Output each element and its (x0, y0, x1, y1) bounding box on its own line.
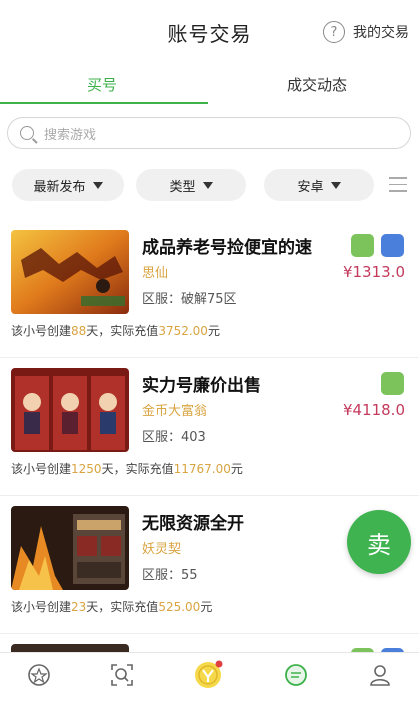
listing-game: 妖灵契 (142, 542, 182, 557)
game-thumbnail (11, 506, 129, 590)
scan-search-icon (111, 664, 133, 686)
game-thumbnail (11, 230, 129, 314)
listing-title: 无限资源全开 (142, 514, 244, 534)
filter-bar: 最新发布 类型 安卓 (0, 169, 419, 201)
listing-price: ¥4118.0 (342, 401, 405, 419)
android-icon (351, 234, 374, 257)
nav-profile[interactable] (365, 660, 395, 690)
listing-item[interactable]: 实力号廉价出售 金币大富翁 ¥4118.0 区服：403 该小号创建1250天，… (0, 368, 419, 496)
sell-button[interactable]: 卖 (347, 510, 411, 574)
tab-buy[interactable]: 买号 (2, 74, 202, 95)
my-trades-button[interactable]: ? 我的交易 (323, 21, 409, 43)
caret-down-icon (202, 181, 213, 189)
game-thumbnail (11, 368, 129, 452)
home-icon (28, 664, 50, 686)
ios-icon (381, 234, 404, 257)
listing-item[interactable]: 成品养老号捡便宜的速 思仙 ¥1313.0 区服：破解75区 该小号创建88天，… (0, 230, 419, 358)
nav-trade[interactable] (281, 660, 311, 690)
coin-icon (195, 660, 223, 688)
search-placeholder: 搜索游戏 (44, 127, 97, 143)
top-bar: 账号交易 ? 我的交易 (0, 0, 419, 62)
nav-money[interactable] (193, 660, 223, 690)
filter-sort-label: 最新发布 (33, 179, 86, 195)
search-input[interactable]: 搜索游戏 (7, 117, 411, 149)
listing-region: 区服：403 (142, 430, 206, 445)
list-view-icon[interactable] (389, 177, 407, 193)
listing-meta: 该小号创建1250天，实际充值11767.00元 (11, 462, 243, 476)
search-icon (20, 126, 34, 140)
tab-underline (0, 102, 208, 104)
my-trades-label: 我的交易 (353, 25, 409, 41)
tab-bar: 买号 成交动态 (0, 62, 419, 106)
filter-type-label: 类型 (169, 179, 196, 195)
bottom-nav (0, 652, 419, 702)
caret-down-icon (330, 181, 341, 189)
help-icon: ? (323, 21, 345, 43)
filter-platform-label: 安卓 (297, 179, 324, 195)
listing-title: 成品养老号捡便宜的速 (142, 238, 312, 258)
listing-meta: 该小号创建88天，实际充值3752.00元 (11, 324, 220, 338)
listing-region: 区服：破解75区 (142, 292, 237, 307)
nav-home[interactable] (24, 660, 54, 690)
filter-sort[interactable]: 最新发布 (12, 169, 124, 201)
listing-game: 思仙 (142, 266, 169, 281)
listing-region: 区服：55 (142, 568, 198, 583)
listing-meta: 该小号创建23天，实际充值525.00元 (11, 600, 213, 614)
tab-deals[interactable]: 成交动态 (217, 74, 417, 95)
android-icon (381, 372, 404, 395)
nav-discover[interactable] (107, 660, 137, 690)
caret-down-icon (92, 181, 103, 189)
user-icon (370, 665, 390, 686)
chat-icon (285, 664, 307, 686)
filter-type[interactable]: 类型 (136, 169, 246, 201)
listing-title: 实力号廉价出售 (142, 376, 261, 396)
listing-price: ¥1313.0 (342, 263, 405, 281)
listing-game: 金币大富翁 (142, 404, 208, 419)
filter-platform[interactable]: 安卓 (264, 169, 374, 201)
